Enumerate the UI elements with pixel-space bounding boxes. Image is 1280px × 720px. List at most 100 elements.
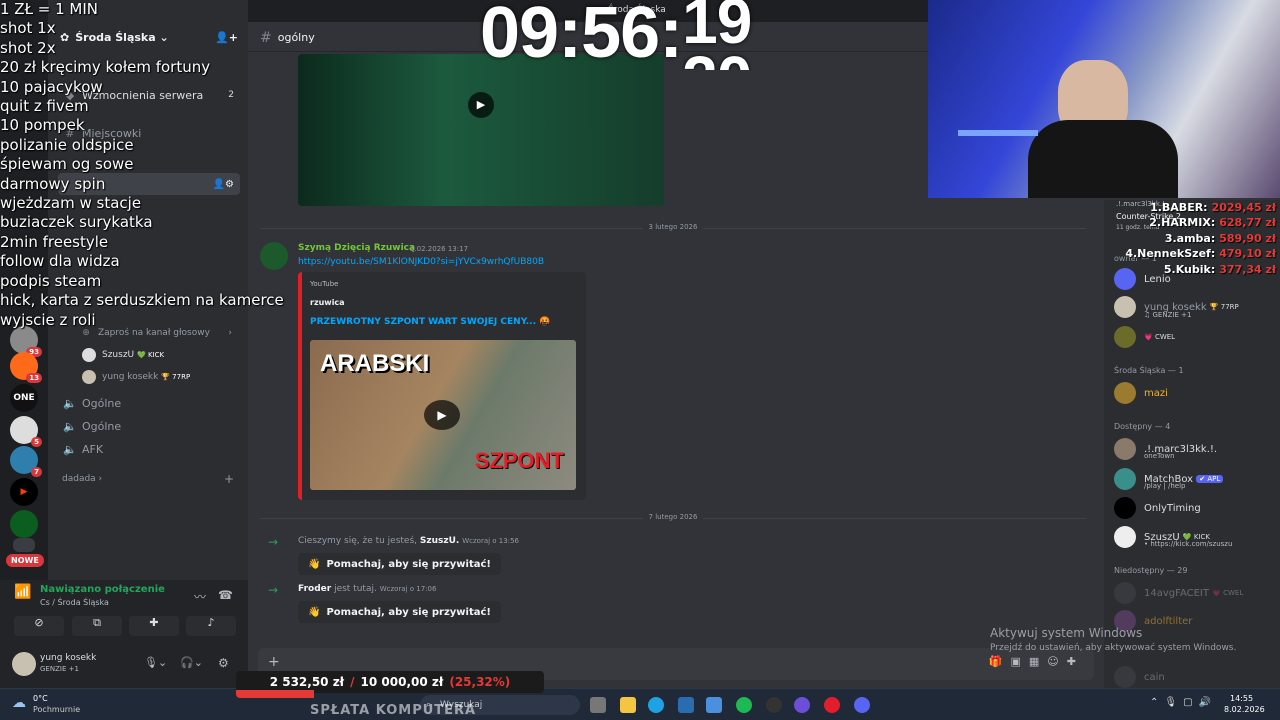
member-status: • https://kick.com/szuszu (1144, 540, 1233, 548)
connection-status[interactable]: Nawiązano połączenie (40, 584, 165, 595)
app-icon[interactable] (794, 697, 810, 713)
streamer-body (1028, 120, 1178, 198)
soundwave-icon[interactable]: 〰 (194, 588, 206, 605)
play-icon[interactable]: ▶ (468, 92, 494, 118)
youtube-embed: YouTube rzuwica PRZEWROTNY SZPONT WART S… (298, 272, 586, 500)
led-strip (958, 130, 1038, 136)
store-icon[interactable] (678, 697, 694, 713)
speaker-icon: 🔈 (63, 419, 77, 433)
server-icon[interactable]: ▶ (10, 478, 38, 506)
server-icon[interactable] (13, 538, 35, 552)
spotify-icon[interactable] (736, 697, 752, 713)
overlay-line: hick, karta z serduszkiem na kamerce (0, 291, 284, 310)
embed-title[interactable]: PRZEWROTNY SZPONT WART SWOJEJ CENY... 🤬 (310, 317, 550, 327)
goal-label: SPŁATA KOMPUTERA (310, 703, 477, 718)
edge-icon[interactable] (648, 697, 664, 713)
my-username[interactable]: yung kosekk (40, 653, 96, 663)
member-item[interactable]: cain (1114, 666, 1165, 688)
clock-date[interactable]: 8.02.2026 (1224, 705, 1265, 714)
goal-progress-bar (236, 690, 314, 698)
member-item[interactable]: 💗 CWEL (1114, 326, 1175, 348)
weather-temp: 0°C (33, 694, 48, 703)
member-status: /play | /help (1144, 482, 1186, 490)
countdown-clock: 09:56:1920 (480, 0, 752, 73)
avatar[interactable] (12, 652, 36, 676)
goal-separator: / (350, 675, 355, 689)
voice-channel[interactable]: 🔈 Ogólne (58, 392, 240, 414)
embed-provider: YouTube (310, 280, 339, 288)
overlay-line: follow dla widza (0, 252, 120, 271)
overlay-line: śpiewam og sowe (0, 155, 134, 174)
add-attachment-icon[interactable]: + (268, 654, 280, 670)
clock-time[interactable]: 14:55 (1230, 694, 1253, 703)
date-divider: 3 lutego 2026 (260, 223, 1086, 242)
server-icon[interactable] (10, 510, 38, 538)
weather-icon[interactable]: ☁ (12, 695, 26, 711)
overlay-line: buziaczek surykatka (0, 213, 153, 232)
member-item[interactable]: OnlyTiming (1114, 497, 1201, 519)
wave-button[interactable]: 👋 Pomachaj, aby się przywitać! (298, 601, 501, 623)
message-author[interactable]: Szymą Dzięcią Rzuwicą (298, 243, 415, 253)
overlay-line: polizanie oldspice (0, 135, 134, 154)
embed-author[interactable]: rzuwica (310, 298, 345, 307)
screen-share-button[interactable]: ⧉ (72, 616, 122, 636)
overlay-line: wjeżdzam w stacje (0, 194, 142, 213)
connection-location: Cs / Środa Śląska (40, 598, 109, 607)
wave-button[interactable]: 👋 Pomachaj, aby się przywitać! (298, 553, 501, 575)
server-icon[interactable]: 93 (10, 326, 42, 357)
input-actions-icons[interactable]: 🎁▣▦☺✚ (989, 655, 1084, 668)
goal-percent: (25,32%) (449, 675, 511, 689)
donation-leaderboard: 1.BABER: 2029,45 zł 2.HARMIX: 628,77 zł 3.… (1110, 200, 1276, 277)
member-section-online: Dostępny — 4 (1114, 422, 1171, 431)
member-item[interactable]: 14avgFACEIT 💗 CWEL (1114, 582, 1243, 604)
category-label[interactable]: dadada › + (58, 468, 240, 490)
thumb-caption-top: ARABSKI (320, 350, 430, 377)
discord-icon[interactable] (854, 697, 870, 713)
camera-off-button[interactable]: ⊘ (14, 616, 64, 636)
tray-icons[interactable]: ⌃🎙▢🔊 (1150, 697, 1217, 708)
app-icon[interactable] (766, 697, 782, 713)
disconnect-icon[interactable]: ☎ (218, 588, 233, 602)
voice-channel[interactable]: 🔈 AFK (58, 438, 240, 460)
webcam-feed (928, 0, 1280, 198)
app-icon[interactable] (706, 697, 722, 713)
wave-icon: 👋 (308, 558, 321, 570)
member-section-offline: Niedostępny — 29 (1114, 566, 1188, 575)
goal-current: 2 532,50 zł (269, 675, 345, 689)
add-channel-icon[interactable]: + (224, 472, 234, 486)
video-attachment[interactable]: ▶ (298, 54, 664, 206)
activities-button[interactable]: ✚ (129, 616, 179, 636)
overlay-line: wyjscie z roli (0, 310, 96, 329)
server-icon[interactable]: 7 (10, 446, 42, 477)
speaker-icon: 🔈 (63, 442, 77, 456)
task-view-icon[interactable] (590, 697, 606, 713)
microphone-icon[interactable]: 🎙⌄ (144, 656, 167, 669)
server-icon[interactable]: ONE (10, 384, 38, 412)
wave-icon: 👋 (308, 606, 321, 618)
video-thumbnail[interactable]: ARABSKI SZPONT ▶ (310, 340, 576, 490)
member-status: ♫ GENZIE +1 (1144, 311, 1192, 319)
message-time: 3.02.2026 13:17 (410, 245, 469, 253)
message-link[interactable]: https://youtu.be/SM1KlONJKD0?si=jYVCx9wr… (298, 257, 544, 267)
date-divider: 7 lutego 2026 (260, 513, 1086, 532)
soundboard-button[interactable]: ♪ (186, 616, 236, 636)
join-arrow-icon: → (268, 583, 279, 597)
leaderboard-row: 3.amba: 589,90 zł (1164, 231, 1276, 245)
weather-desc: Pochmurnie (33, 705, 81, 714)
file-explorer-icon[interactable] (620, 697, 636, 713)
leaderboard-row: 4.NennekSzef: 479,10 zł (1125, 247, 1276, 261)
voice-user[interactable]: yung kosekk 🏆 77RP (58, 366, 240, 388)
overlay-line: quit z fivem (0, 97, 89, 116)
new-badge[interactable]: NOWE (6, 554, 44, 567)
voice-user[interactable]: SzuszU 💚 KICK (58, 344, 240, 366)
taskbar: ☁ 0°C Pochmurnie ⌕ Wyszukaj ⌃🎙▢🔊 14:55 8.… (0, 688, 1280, 720)
voice-channel[interactable]: 🔈 Ogólne (58, 415, 240, 437)
play-icon[interactable]: ▶ (424, 400, 460, 430)
member-item[interactable]: mazi (1114, 382, 1168, 404)
headphones-icon[interactable]: 🎧⌄ (180, 656, 203, 669)
opera-icon[interactable] (824, 697, 840, 713)
server-icon[interactable]: 13 (10, 352, 42, 383)
settings-icon[interactable]: ⚙ (218, 656, 229, 670)
server-icon[interactable]: 5 (10, 416, 42, 447)
activate-windows-text: Przejdź do ustawień, aby aktywować syste… (990, 643, 1237, 653)
